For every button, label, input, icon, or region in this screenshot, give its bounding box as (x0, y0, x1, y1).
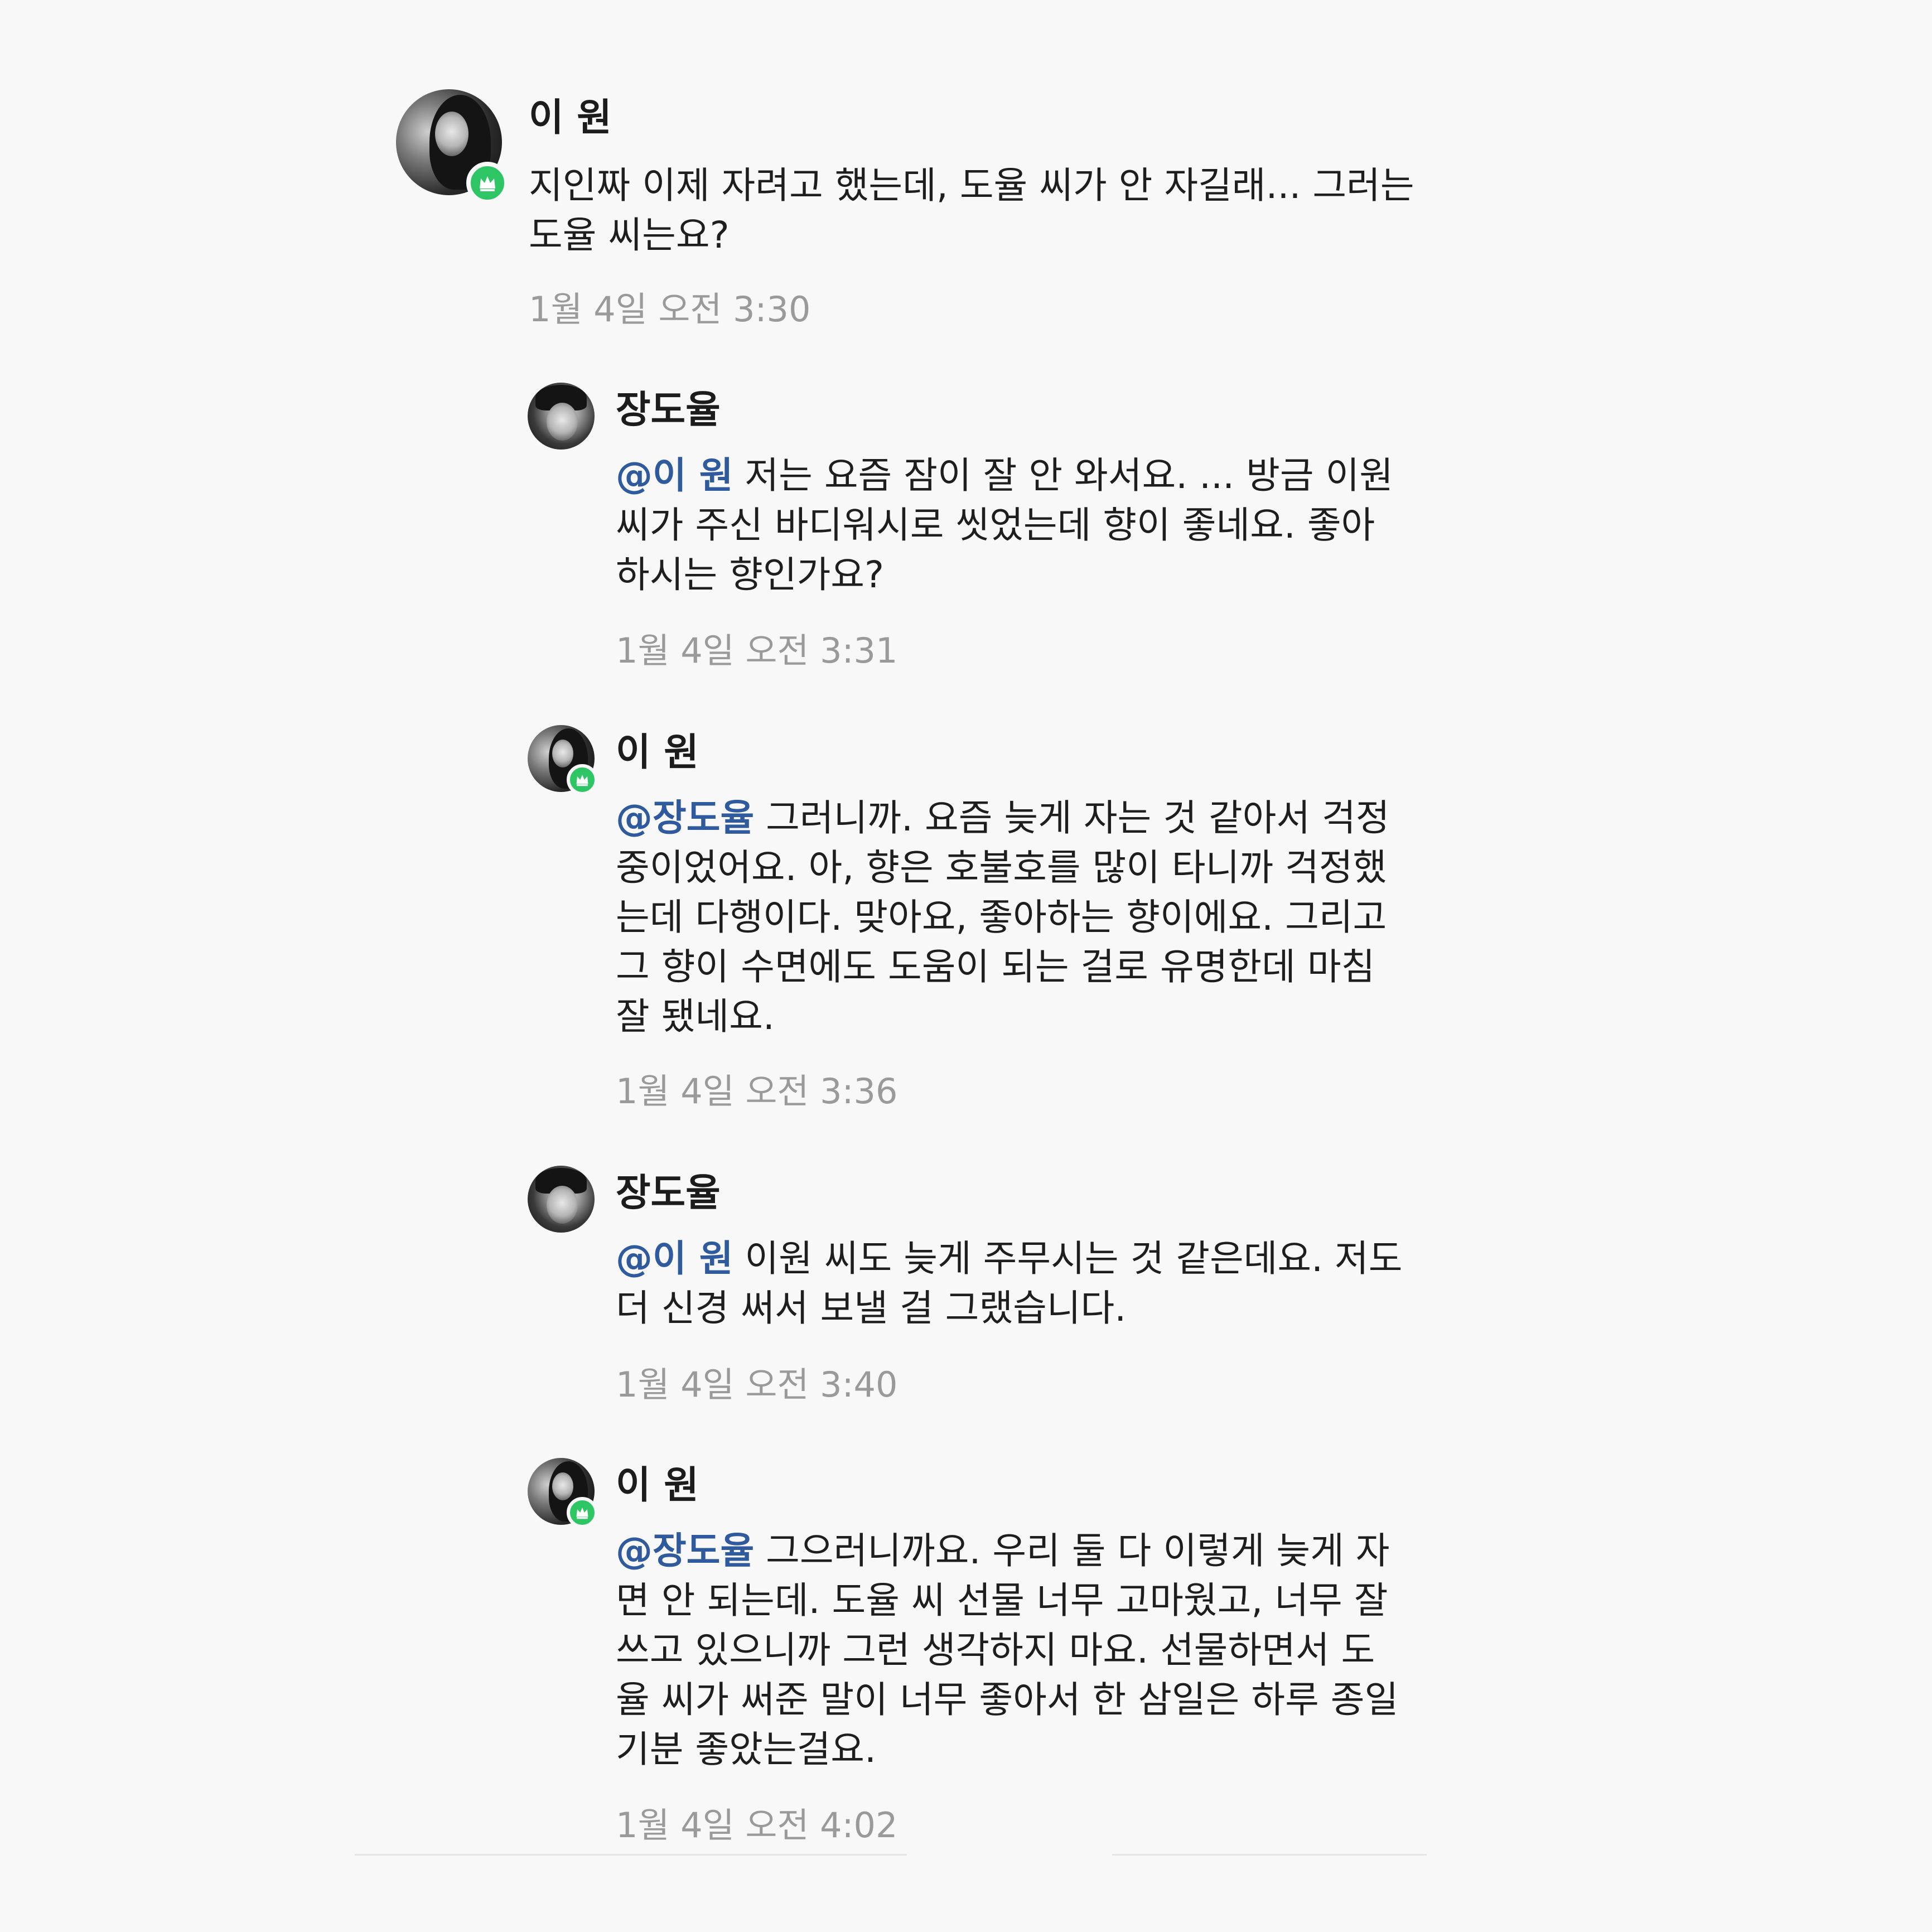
mention-link[interactable]: @이 원 (616, 454, 733, 497)
comment-timestamp: 1월 4일 오전 4:02 (616, 1805, 898, 1846)
comment-timestamp: 1월 4일 오전 3:40 (616, 1364, 898, 1405)
comment-author[interactable]: 장도율 (616, 392, 721, 429)
avatar[interactable] (528, 1166, 595, 1233)
comment-author[interactable]: 장도율 (616, 1175, 721, 1213)
comment-text-body: 지인짜 이제 자려고 했는데, 도율 씨가 안 자길래... 그러는 도율 씨는… (529, 164, 1414, 257)
comment-text: @장도율 그으러니까요. 우리 둘 다 이렇게 늦게 자 면 안 되는데. 도율… (616, 1526, 1675, 1774)
crown-icon (567, 764, 598, 795)
divider (1112, 1854, 1427, 1856)
crown-icon (567, 1497, 598, 1528)
mention-link[interactable]: @장도율 (616, 1529, 754, 1572)
comment-text: 지인짜 이제 자려고 했는데, 도율 씨가 안 자길래... 그러는 도율 씨는… (529, 161, 1644, 260)
comment-text-body: 이원 씨도 늦게 주무시는 것 같은데요. 저도 더 신경 써서 보낼 걸 그랬… (616, 1237, 1403, 1330)
mention-link[interactable]: @이 원 (616, 1237, 733, 1280)
comment-timestamp: 1월 4일 오전 3:36 (616, 1071, 898, 1112)
comment-thread: 이 원 지인짜 이제 자려고 했는데, 도율 씨가 안 자길래... 그러는 도… (0, 0, 1932, 1932)
crown-icon (466, 162, 509, 204)
mention-link[interactable]: @장도율 (616, 796, 754, 839)
comment-text-body: 저는 요즘 잠이 잘 안 와서요. ... 방금 이원 씨가 주신 바디워시로 … (616, 454, 1393, 596)
comment-author[interactable]: 이 원 (616, 1467, 699, 1505)
comment-author[interactable]: 이 원 (616, 734, 699, 772)
divider (355, 1854, 907, 1856)
comment-timestamp: 1월 4일 오전 3:30 (529, 289, 811, 330)
avatar[interactable] (528, 383, 595, 450)
comment-text: @장도율 그러니까. 요즘 늦게 자는 것 같아서 걱정 중이었어요. 아, 향… (616, 793, 1675, 1041)
comment-text: @이 원 이원 씨도 늦게 주무시는 것 같은데요. 저도 더 신경 써서 보낼… (616, 1234, 1675, 1333)
comment-timestamp: 1월 4일 오전 3:31 (616, 630, 898, 671)
comment-text: @이 원 저는 요즘 잠이 잘 안 와서요. ... 방금 이원 씨가 주신 바… (616, 451, 1675, 600)
comment-author[interactable]: 이 원 (529, 99, 612, 137)
